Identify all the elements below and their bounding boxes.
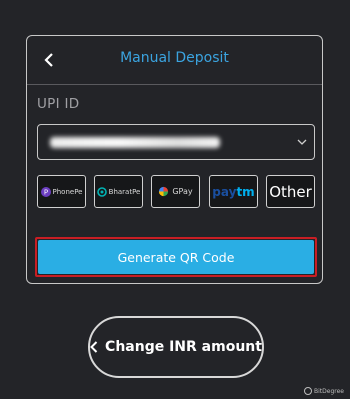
generate-qr-highlight: Generate QR Code bbox=[35, 237, 317, 277]
chevron-left-icon bbox=[90, 341, 98, 353]
upi-id-select[interactable] bbox=[37, 124, 315, 160]
paytm-label: tm bbox=[236, 184, 255, 199]
payment-app-label: Other bbox=[269, 182, 312, 201]
payment-app-bharatpe[interactable]: BharatPe bbox=[94, 175, 143, 208]
paytm-logo-text: paytm bbox=[212, 184, 255, 199]
payment-app-paytm[interactable]: paytm bbox=[209, 175, 258, 208]
generate-qr-button[interactable]: Generate QR Code bbox=[38, 240, 314, 274]
upi-id-value-redacted bbox=[50, 137, 220, 148]
page-title: Manual Deposit bbox=[120, 50, 229, 66]
watermark-text: BitDegree bbox=[314, 387, 344, 395]
bitdegree-watermark: BitDegree bbox=[304, 387, 344, 395]
change-amount-label: Change INR amount bbox=[105, 339, 262, 355]
payment-app-label: PhonePe bbox=[52, 187, 83, 196]
upi-id-label: UPI ID bbox=[37, 96, 80, 112]
phonepe-logo-icon: P bbox=[40, 186, 51, 197]
svg-text:P: P bbox=[43, 188, 47, 196]
payment-app-other[interactable]: Other bbox=[266, 175, 315, 208]
bharatpe-logo-icon bbox=[96, 186, 107, 197]
payment-app-label: BharatPe bbox=[108, 187, 141, 196]
chevron-down-icon bbox=[297, 139, 307, 145]
bitdegree-logo-icon bbox=[304, 387, 313, 395]
payment-app-gpay[interactable]: GPay bbox=[151, 175, 200, 208]
payment-app-list: P PhonePe BharatPe GPay paytm Other bbox=[37, 175, 317, 209]
payment-app-label: GPay bbox=[172, 187, 193, 196]
manual-deposit-panel: Manual Deposit UPI ID P PhonePe BharatPe bbox=[26, 35, 323, 284]
payment-app-phonepe[interactable]: P PhonePe bbox=[37, 175, 86, 208]
panel-header: Manual Deposit bbox=[27, 36, 322, 85]
change-inr-amount-button[interactable]: Change INR amount bbox=[88, 316, 264, 378]
google-pay-logo-icon bbox=[159, 186, 169, 197]
